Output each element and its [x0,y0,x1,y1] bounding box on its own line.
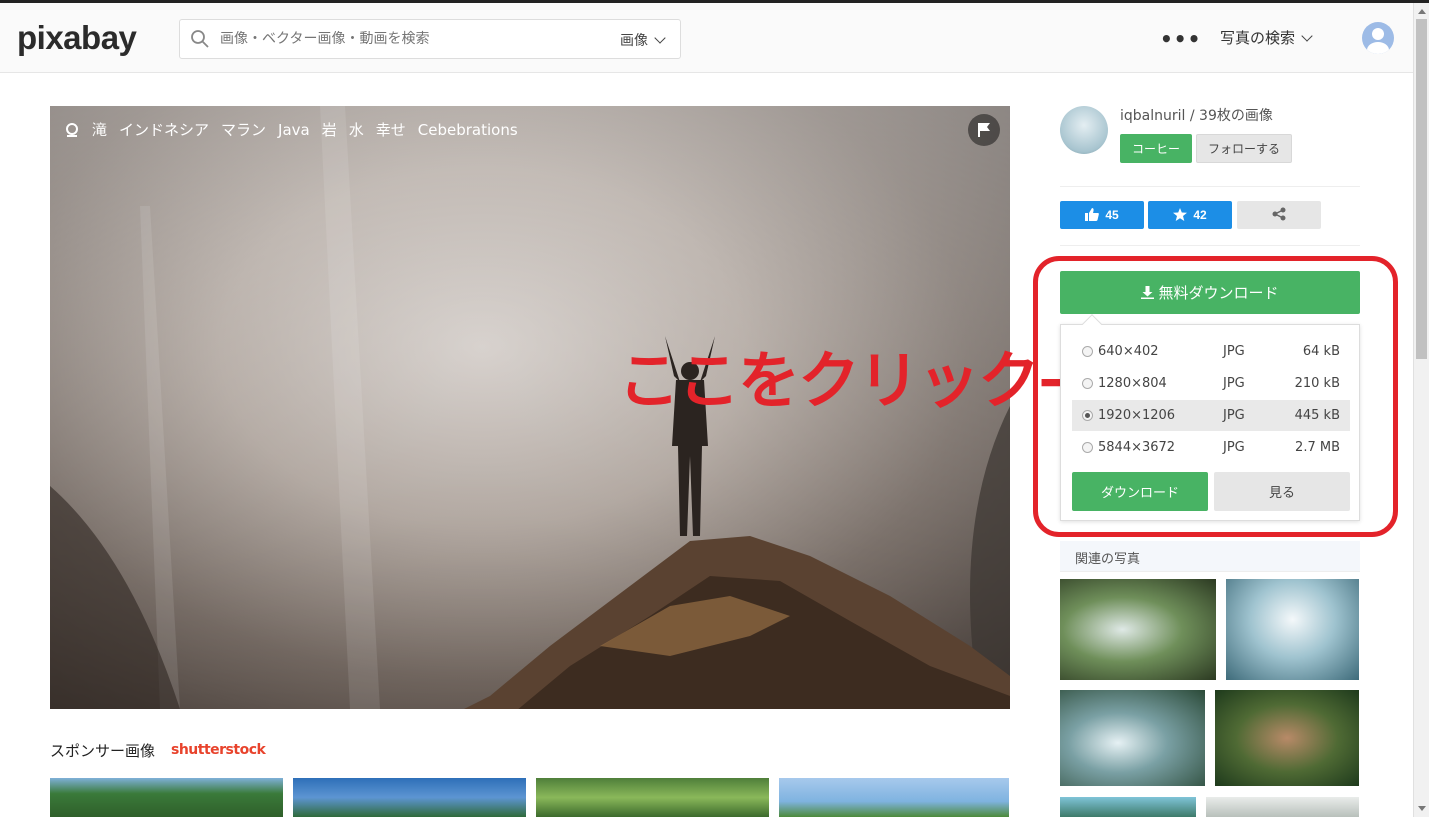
filesize-label: 210 kB [1294,376,1340,391]
chevron-down-icon [654,32,666,44]
sponsor-thumbnail[interactable] [779,778,1009,817]
buy-coffee-button[interactable]: コーヒー [1120,134,1192,163]
sponsor-thumbnail[interactable] [536,778,769,817]
sponsor-thumbnail[interactable] [50,778,283,817]
follow-button[interactable]: フォローする [1196,134,1292,163]
image-tags: 滝 インドネシア マラン Java 岩 水 幸せ Cebebrations [64,119,518,140]
more-menu-icon[interactable]: ••• [1160,27,1201,51]
size-radio[interactable] [1082,442,1093,453]
free-download-button[interactable]: 無料ダウンロード [1060,271,1360,314]
tag-link[interactable]: Cebebrations [418,121,518,139]
size-radio[interactable] [1082,346,1093,357]
size-radio-selected[interactable] [1082,410,1093,421]
related-photo[interactable] [1215,690,1359,786]
related-photos-header: 関連の写真 [1060,541,1360,572]
size-option-row[interactable]: 5844×3672 JPG 2.7 MB [1072,432,1350,463]
click-here-annotation: ここをクリック→ [618,344,1090,417]
tag-link[interactable]: 滝 [92,119,107,140]
related-photo[interactable] [1060,579,1216,680]
thumbs-up-icon [1085,208,1100,221]
rock-outcrop [464,536,1010,709]
author-name[interactable]: iqbalnuril / 39枚の画像 [1120,105,1273,125]
download-icon [1141,286,1155,299]
tag-link[interactable]: 水 [349,119,364,140]
site-header: pixabay 画像 ••• 写真の検索 [0,3,1413,73]
flag-icon [978,123,990,137]
related-photo[interactable] [1060,690,1205,786]
view-button[interactable]: 見る [1214,472,1350,511]
like-count: 45 [1105,208,1119,222]
pixabay-logo[interactable]: pixabay [17,19,137,57]
size-option-row[interactable]: 640×402 JPG 64 kB [1072,336,1350,367]
search-input[interactable] [220,28,600,50]
tag-link[interactable]: 岩 [322,119,337,140]
size-label: 640×402 [1098,344,1159,359]
format-label: JPG [1223,408,1245,423]
scroll-down-arrow-icon[interactable] [1418,806,1426,811]
tag-link[interactable]: Java [278,121,310,139]
size-option-row-selected[interactable]: 1920×1206 JPG 445 kB [1072,400,1350,431]
search-icon[interactable] [190,29,210,49]
related-photo[interactable] [1206,797,1359,817]
star-icon [1173,208,1188,221]
scroll-thumb[interactable] [1416,19,1427,359]
size-label: 1920×1206 [1098,408,1176,423]
related-photos-title: 関連の写真 [1075,552,1141,567]
sponsor-label: スポンサー画像 [50,742,156,760]
tag-icon [66,122,78,137]
sponsor-thumbnail[interactable] [293,778,526,817]
favorite-button[interactable]: 42 [1148,201,1232,229]
size-label: 1280×804 [1098,376,1167,391]
tag-link[interactable]: マラン [221,119,266,140]
related-photo[interactable] [1226,579,1359,680]
author-avatar[interactable] [1060,106,1108,154]
filesize-label: 64 kB [1302,344,1340,359]
explore-menu[interactable]: 写真の検索 [1220,27,1313,48]
format-label: JPG [1223,440,1245,455]
divider [1060,245,1360,246]
filesize-label: 445 kB [1294,408,1340,423]
size-radio[interactable] [1082,378,1093,389]
format-label: JPG [1223,344,1245,359]
search-type-label: 画像 [620,33,648,49]
report-flag-button[interactable] [968,114,1000,146]
download-options-panel: 640×402 JPG 64 kB 1280×804 JPG 210 kB 19… [1060,324,1360,521]
tag-link[interactable]: インドネシア [119,119,209,140]
share-icon [1272,207,1286,220]
page-scrollbar[interactable] [1413,3,1429,817]
size-option-row[interactable]: 1280×804 JPG 210 kB [1072,368,1350,399]
download-button[interactable]: ダウンロード [1072,472,1208,511]
explore-label: 写真の検索 [1220,29,1296,47]
like-button[interactable]: 45 [1060,201,1144,229]
favorite-count: 42 [1193,208,1207,222]
share-button[interactable] [1237,201,1321,229]
search-type-dropdown[interactable]: 画像 [620,30,666,50]
filesize-label: 2.7 MB [1295,440,1340,455]
scroll-up-arrow-icon[interactable] [1418,9,1426,14]
user-avatar-icon[interactable] [1362,22,1394,54]
chevron-down-icon [1301,30,1313,42]
format-label: JPG [1223,376,1245,391]
divider [1060,186,1360,187]
shutterstock-logo[interactable]: shutterstock [171,742,266,758]
free-download-label: 無料ダウンロード [1158,285,1279,302]
search-bar[interactable]: 画像 [179,19,681,59]
related-photo[interactable] [1060,797,1196,817]
tag-link[interactable]: 幸せ [376,119,406,140]
size-label: 5844×3672 [1098,440,1176,455]
